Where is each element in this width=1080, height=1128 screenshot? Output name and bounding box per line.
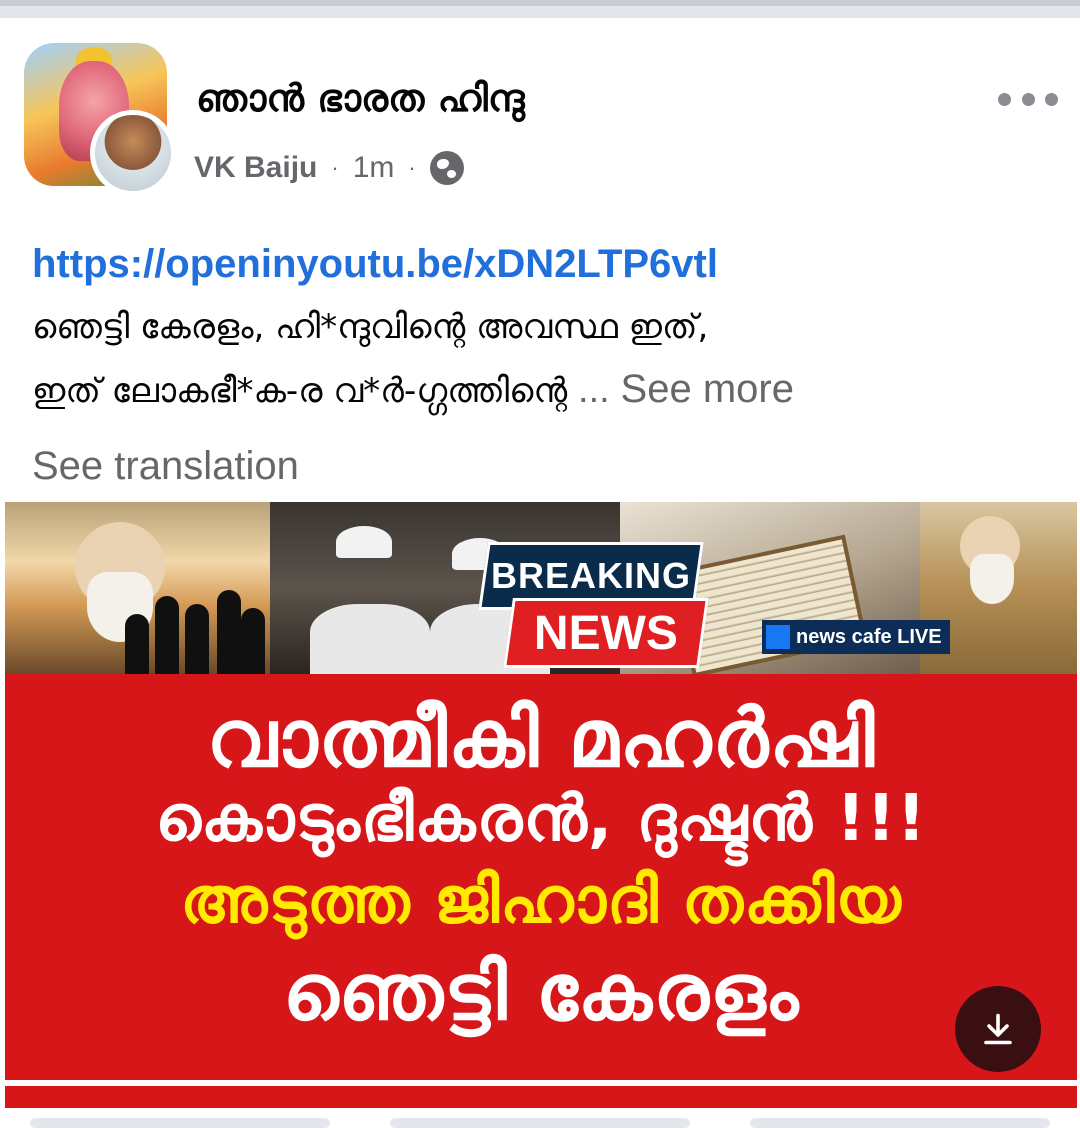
post-text: https://openinyoutu.be/xDN2LTP6vtl ഞെട്ട… xyxy=(32,232,1062,422)
banner-bottom-rule xyxy=(5,1080,1077,1086)
student-robe xyxy=(310,604,430,674)
silhouette xyxy=(217,590,241,674)
silhouette xyxy=(241,608,265,674)
news-badge: NEWS xyxy=(503,598,709,668)
post-text-line-2-text: ഇത് ലോകഭീ*ക-ര വ*ർ-ഗ്ഗത്തിന്റെ xyxy=(32,371,568,411)
see-translation-link[interactable]: See translation xyxy=(32,444,299,489)
channel-tag-text: news cafe LIVE xyxy=(796,625,942,648)
top-divider-inner xyxy=(0,6,1080,18)
headline-line-1: വാത്മീകി മഹർഷി xyxy=(206,692,876,785)
headline-block: വാത്മീകി മഹർഷി കൊടുംഭീകരൻ, ദുഷ്ടൻ !!! അട… xyxy=(5,674,1077,1080)
meta-separator: · xyxy=(408,155,416,180)
author-avatar[interactable] xyxy=(90,110,176,196)
download-button[interactable] xyxy=(955,986,1041,1072)
more-dot xyxy=(998,92,1011,106)
reaction-bar-hint xyxy=(30,1118,330,1128)
top-divider xyxy=(0,0,1080,18)
post-link[interactable]: https://openinyoutu.be/xDN2LTP6vtl xyxy=(32,232,1062,296)
download-icon xyxy=(984,1013,1012,1045)
reaction-bar-hint xyxy=(750,1118,1050,1128)
more-dot xyxy=(1045,92,1058,106)
silhouette xyxy=(125,614,149,674)
author-name[interactable]: VK Baiju xyxy=(194,151,317,185)
see-more-link[interactable]: See more xyxy=(621,367,794,411)
headline-line-3: അടുത്ത ജിഹാദി തക്കിയ xyxy=(180,864,902,938)
channel-tag-marker xyxy=(766,625,790,649)
sage-photo xyxy=(5,502,270,674)
breaking-badge-text: BREAKING xyxy=(490,555,691,596)
student-cap xyxy=(336,526,392,558)
post-header: ഞാൻ ഭാരത ഹിന്ദു VK Baiju · 1m · xyxy=(0,18,1080,208)
post-meta: VK Baiju · 1m · xyxy=(194,146,464,190)
globe-icon xyxy=(429,151,464,185)
silhouette xyxy=(185,604,209,674)
headline-line-4: ഞെട്ടി കേരളം xyxy=(282,948,800,1038)
channel-tag: news cafe LIVE xyxy=(762,620,950,654)
post-text-line-2: ഇത് ലോകഭീ*ക-ര വ*ർ-ഗ്ഗത്തിന്റെ ... See mo… xyxy=(32,358,1062,422)
meta-separator: · xyxy=(331,155,339,180)
post-text-line-1: ഞെട്ടി കേരളം, ഹി*ന്ദുവിന്റെ അവസ്ഥ ഇത്, xyxy=(32,307,709,347)
silhouette xyxy=(155,596,179,674)
group-name[interactable]: ഞാൻ ഭാരത ഹിന്ദു xyxy=(196,76,525,121)
more-dot xyxy=(1021,92,1035,106)
armed-silhouettes xyxy=(125,582,265,674)
reaction-bar-hint xyxy=(390,1118,690,1128)
more-options-button[interactable] xyxy=(998,84,1058,114)
news-badge-text: NEWS xyxy=(534,606,678,660)
post-time[interactable]: 1m xyxy=(353,151,395,185)
sage-beard xyxy=(970,554,1014,604)
headline-line-2: കൊടുംഭീകരൻ, ദുഷ്ടൻ !!! xyxy=(155,782,927,856)
ellipsis: ... xyxy=(578,369,610,411)
